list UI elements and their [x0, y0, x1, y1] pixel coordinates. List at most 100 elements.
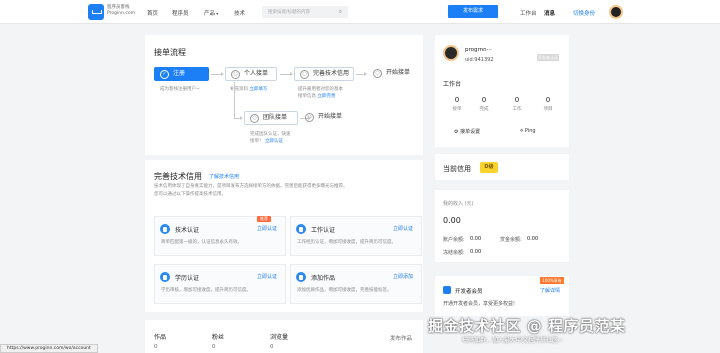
arrow-icon — [280, 72, 293, 76]
certify-now-link[interactable]: 立即认证 — [257, 225, 277, 232]
item-name: 技术认证 — [175, 227, 200, 234]
step-desc: 补充资料 立即填写 — [230, 86, 267, 93]
step-number: ○ — [305, 113, 314, 122]
top-nav: 程序员客栈 Proginn.com 首页 程序员 产品 技术 搜索技能/标题的内… — [0, 0, 720, 24]
step-label: 完善技术信用 — [313, 70, 350, 77]
works-label: 作品 — [154, 334, 167, 341]
username: progrnn··· — [465, 47, 492, 53]
step-label: 开始接单 — [318, 113, 343, 120]
certify-now-link[interactable]: 立即认证 — [393, 225, 413, 232]
process-title: 接单流程 — [154, 48, 186, 57]
fill-now-link[interactable]: 立即填写 — [249, 87, 267, 92]
search-icon[interactable]: ⌕ — [339, 8, 342, 16]
item-name: 学历认证 — [175, 275, 200, 282]
add-works-card[interactable]: 添加作品 立即添加 添加优质作品，增加可接收度，完善技能标签。 — [290, 264, 422, 304]
step-desc-text: 完成团队认证，快速 — [250, 132, 291, 137]
logo-icon[interactable] — [88, 4, 104, 20]
item-desc: 学历审核，增加可接收度，提升简历可信度。 — [161, 288, 251, 293]
learn-credit-link[interactable]: 了解技术信用 — [209, 173, 239, 180]
balance-label: 账户余额: — [443, 237, 465, 243]
post-request-button[interactable]: 发布需求 — [448, 5, 498, 18]
user-id: uid:941392 — [465, 57, 494, 63]
income-label: 我的收入 (元) — [443, 201, 474, 207]
step-label: 注册 — [173, 70, 186, 77]
item-desc: 添加优质作品，增加可接收度，完善技能标签。 — [297, 288, 392, 293]
status-url-bar: https://www.proginn.com/wo/account — [0, 344, 98, 353]
step-personal[interactable]: ○ 个人接单 — [225, 67, 277, 81]
income-total: 0.00 — [443, 216, 461, 225]
nav-workbench[interactable]: 工作台 — [520, 9, 537, 17]
step-desc: 完成团队认证，快速 接单！ 立即认证 — [250, 131, 291, 145]
stat-value: 0 — [454, 96, 460, 104]
watermark-subtext: 扫码加群，加入最大中文程序员社区~ — [462, 337, 564, 344]
search-input[interactable]: 搜索技能/标题的内容 ⌕ — [262, 6, 348, 18]
plus-icon — [296, 272, 306, 282]
fans-count: 0 — [212, 344, 216, 350]
balance-value: 0.00 — [470, 236, 482, 242]
credit-title: 完善技术信用 — [154, 172, 202, 181]
nav-products[interactable]: 产品 — [204, 9, 218, 17]
credit-level-badge: D级 — [480, 162, 498, 173]
ping-button[interactable]: ⟡ Ping — [520, 128, 536, 134]
item-name: 添加作品 — [311, 275, 336, 282]
fans-label: 粉丝 — [212, 334, 225, 341]
item-desc: 工作经历认证，增加可接收度，提升简历可信度。 — [297, 240, 396, 245]
certify-now-link[interactable]: 立即认证 — [265, 139, 283, 144]
stat-label: 完成 — [479, 107, 489, 112]
step-label: 团队接单 — [263, 114, 288, 121]
step-credit[interactable]: ○ 完善技术信用 — [294, 67, 354, 81]
graduation-icon — [160, 272, 170, 282]
step-number: ○ — [231, 70, 240, 79]
item-desc: 简单匹配第一级的，认证信息永久有效。 — [161, 240, 242, 245]
stat-label: 工作 — [512, 107, 522, 112]
watermark-text: 掘金技术社区 @ 程序员范某 — [428, 317, 626, 335]
nav-home[interactable]: 首页 — [147, 9, 158, 17]
avatar[interactable] — [443, 45, 459, 61]
stat-label: 接单 — [452, 107, 462, 112]
edu-cert-card[interactable]: 学历认证 立即认证 学历审核，增加可接收度，提升简历可信度。 — [154, 264, 286, 304]
ping-icon: ⟡ — [520, 128, 524, 134]
nav-tech[interactable]: 技术 — [234, 9, 245, 17]
credit-title: 当前信用 — [443, 165, 471, 173]
member-icon — [443, 286, 451, 294]
member-title: 开发者会员 — [455, 289, 483, 295]
nav-programmers[interactable]: 程序员 — [172, 9, 189, 17]
recommend-badge: 推荐 — [257, 216, 271, 222]
tech-cert-card[interactable]: 推荐 技术认证 立即认证 简单匹配第一级的，认证信息永久有效。 — [154, 216, 286, 256]
step-number: ○ — [373, 69, 382, 78]
views-label: 浏览量 — [270, 334, 289, 341]
add-now-link[interactable]: 立即添加 — [393, 273, 413, 280]
search-placeholder: 搜索技能/标题的内容 — [268, 10, 311, 15]
check-icon: ✓ — [160, 70, 169, 79]
nav-switch-identity[interactable]: 切换身份 — [573, 9, 595, 17]
logo-text-line2: Proginn.com — [107, 11, 135, 16]
member-learn-link[interactable]: 了解详情 — [540, 287, 560, 294]
step-desc-text: 提升雇用者对您的基本 — [298, 87, 343, 92]
step-desc-text: 补充资料 — [230, 87, 248, 92]
arrow-icon — [211, 72, 224, 76]
stat-value: 0 — [514, 96, 520, 104]
credit-intro: 技术信用体现了自身真实能力，是项目发布方选择接单方的依据。完善后能获得更多曝光与… — [154, 184, 348, 189]
bounty-value: 0.00 — [527, 236, 539, 242]
gear-icon: ⚙ — [454, 129, 459, 135]
publish-works-link[interactable]: 发布作品 — [390, 334, 412, 342]
frozen-label: 冻结余额: — [443, 250, 465, 256]
step-register[interactable]: ✓ 注册 — [154, 67, 209, 81]
certify-now-link[interactable]: 立即认证 — [257, 273, 277, 280]
improve-now-link[interactable]: 立即完善 — [317, 94, 335, 99]
nav-messages[interactable]: 消息 — [544, 9, 555, 17]
step-desc: 成为客栈注册用户~ — [160, 87, 200, 92]
order-settings-button[interactable]: ⚙ 接单设置 — [454, 128, 480, 135]
work-cert-card[interactable]: 工作认证 立即认证 工作经历认证，增加可接收度，提升简历可信度。 — [290, 216, 422, 256]
step-team[interactable]: ○ 团队接单 — [244, 111, 298, 125]
arrow-icon — [356, 72, 367, 76]
ping-label: Ping — [524, 128, 536, 134]
step-number: ○ — [300, 70, 309, 79]
stat-label: 项目 — [543, 107, 553, 112]
branch-line — [234, 82, 235, 118]
step-desc-text: 接单！ — [250, 139, 264, 144]
member-desc: 开通开发者会员，享受更多权益! — [443, 301, 516, 307]
dev-cert-badge: 开发者认证 — [537, 54, 559, 61]
avatar[interactable] — [609, 5, 623, 19]
item-name: 工作认证 — [311, 227, 336, 234]
